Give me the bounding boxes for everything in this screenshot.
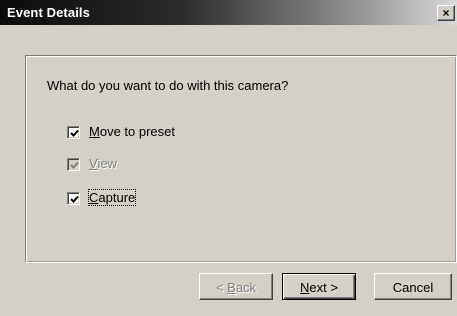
capture-label: Capture bbox=[87, 189, 137, 206]
back-button-label: < Back bbox=[215, 280, 257, 295]
cancel-button-label: Cancel bbox=[392, 280, 434, 295]
capture-checkbox[interactable] bbox=[67, 192, 80, 205]
close-button[interactable]: × bbox=[437, 5, 455, 21]
window-title: Event Details bbox=[7, 5, 90, 20]
question-label: What do you want to do with this camera? bbox=[47, 78, 289, 93]
move-to-preset-label: Move to preset bbox=[89, 124, 175, 139]
move-to-preset-checkbox[interactable] bbox=[67, 126, 80, 139]
checkmark-icon bbox=[70, 161, 79, 169]
title-bar: Event Details × bbox=[0, 0, 457, 25]
back-button[interactable]: < Back bbox=[199, 273, 273, 300]
view-label: View bbox=[89, 156, 117, 171]
close-icon: × bbox=[442, 6, 450, 20]
next-button[interactable]: Next > bbox=[282, 273, 356, 300]
cancel-button[interactable]: Cancel bbox=[374, 273, 452, 300]
checkmark-icon bbox=[70, 129, 79, 137]
checkmark-icon bbox=[70, 195, 79, 203]
next-button-label: Next > bbox=[300, 280, 338, 295]
view-checkbox bbox=[67, 158, 80, 171]
